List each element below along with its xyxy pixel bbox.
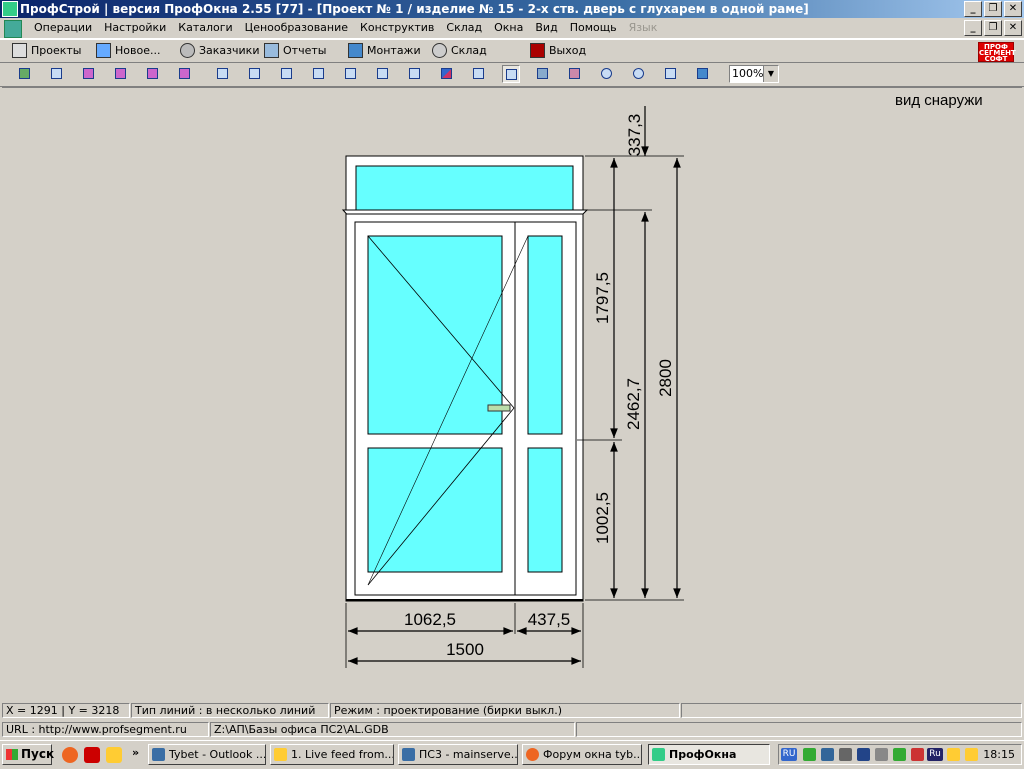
remote-desktop-icon — [402, 748, 415, 761]
clock[interactable]: 18:15 — [983, 748, 1015, 761]
antivirus-icon[interactable] — [821, 748, 834, 761]
sync-icon[interactable] — [839, 748, 852, 761]
dim-right-width: 437,5 — [528, 610, 571, 629]
transom-glass — [355, 165, 574, 211]
dim-door: 2462,7 — [624, 378, 643, 430]
status-coords: X = 1291 | Y = 3218 — [2, 703, 130, 718]
task-profokna-label: ПрофОкна — [669, 748, 737, 761]
task-ps3[interactable]: ПС3 - mainserve... — [398, 744, 518, 765]
dim-bottom: 1002,5 — [593, 492, 612, 544]
status-line-type: Тип линий : в несколько линий — [131, 703, 329, 718]
firefox-icon[interactable] — [62, 747, 78, 763]
outlook-icon — [152, 748, 165, 761]
system-tray: RU Ru 18:15 — [778, 744, 1022, 765]
volume-icon[interactable] — [875, 748, 888, 761]
status-bar: X = 1291 | Y = 3218 Тип линий : в нескол… — [0, 702, 1024, 720]
dim-total-width: 1500 — [446, 640, 484, 659]
status-bar-2: URL : http://www.profsegment.ru Z:\АП\Ба… — [0, 721, 1024, 739]
dim-middle: 1797,5 — [593, 272, 612, 324]
task-live-feed[interactable]: 1. Live feed from... — [270, 744, 394, 765]
live-feed-icon — [274, 748, 287, 761]
pencil-tray-icon-2[interactable] — [965, 748, 978, 761]
profokna-icon — [652, 748, 665, 761]
update-icon[interactable] — [911, 748, 924, 761]
task-forum-label: Форум окна tyb... — [543, 748, 642, 761]
status-url: URL : http://www.profsegment.ru — [2, 722, 209, 737]
right-glass-upper — [527, 235, 563, 435]
status-empty — [681, 703, 1022, 718]
task-outlook-label: Tybet - Outlook ... — [169, 748, 266, 761]
task-ps3-label: ПС3 - mainserve... — [419, 748, 518, 761]
browser-icon — [526, 748, 539, 761]
task-profokna[interactable]: ПрофОкна — [648, 744, 770, 765]
bluetooth-icon[interactable] — [857, 748, 870, 761]
right-glass-lower — [527, 447, 563, 573]
left-glass-lower — [367, 447, 503, 573]
pencil-tray-icon[interactable] — [947, 748, 960, 761]
mail-icon[interactable] — [84, 747, 100, 763]
network-icon[interactable] — [803, 748, 816, 761]
start-label: Пуск — [21, 747, 55, 761]
start-button[interactable]: Пуск — [2, 744, 55, 765]
dim-total-height: 2800 — [656, 359, 675, 397]
left-glass-upper — [367, 235, 503, 435]
chat-icon[interactable] — [893, 748, 906, 761]
lang-indicator-2[interactable]: Ru — [927, 748, 943, 761]
door-handle — [487, 404, 511, 412]
status-mode: Режим : проектирование (бирки выкл.) — [330, 703, 680, 718]
lang-indicator[interactable]: RU — [781, 748, 797, 761]
status-db-path: Z:\АП\Базы офиса ПС2\AL.GDB — [210, 722, 575, 737]
more-quicklaunch-icon[interactable]: » — [132, 746, 139, 759]
door-drawing: 337,3 1797,5 1002,5 2462,7 2800 1062,5 4… — [341, 106, 684, 668]
taskbar: Пуск » Tybet - Outlook ... 1. Live feed … — [0, 740, 1024, 769]
task-forum[interactable]: Форум окна tyb... — [522, 744, 642, 765]
task-live-feed-label: 1. Live feed from... — [291, 748, 394, 761]
windows-logo-icon — [6, 749, 18, 760]
dim-left-width: 1062,5 — [404, 610, 456, 629]
pencil-icon[interactable] — [106, 747, 122, 763]
dim-top: 337,3 — [625, 114, 644, 157]
status-empty-2 — [576, 722, 1022, 737]
task-outlook[interactable]: Tybet - Outlook ... — [148, 744, 266, 765]
